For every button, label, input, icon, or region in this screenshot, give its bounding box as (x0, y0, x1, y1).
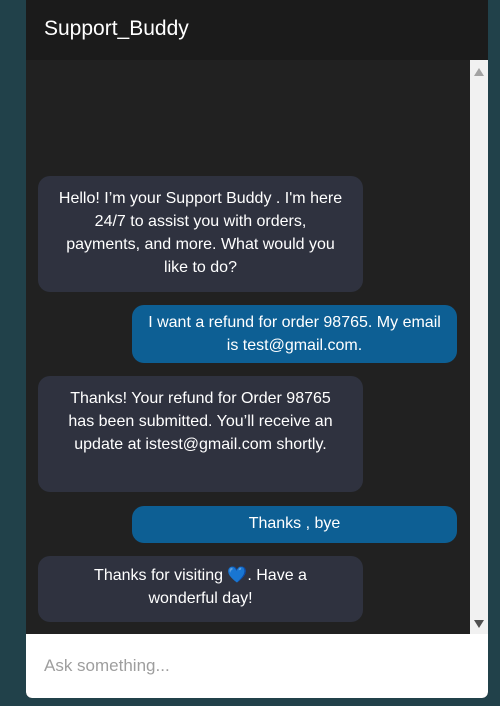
bot-message: Thanks for visiting 💙. Have a wonderful … (38, 556, 363, 622)
message-text: Thanks! Your refund for Order 98765 has … (68, 390, 333, 453)
chat-title: Support_Buddy (44, 17, 189, 40)
message-text: Thanks for visiting 💙. Have a wonderful … (94, 567, 307, 607)
bot-message: Thanks! Your refund for Order 98765 has … (38, 376, 363, 492)
chat-window: Support_Buddy Hello! I’m your Support Bu… (26, 0, 488, 698)
user-message: I want a refund for order 98765. My emai… (132, 305, 457, 363)
bot-message: Hello! I’m your Support Buddy . I'm here… (38, 176, 363, 292)
message-input[interactable] (26, 634, 488, 698)
message-text: I want a refund for order 98765. My emai… (148, 314, 441, 354)
chat-header: Support_Buddy (26, 0, 488, 60)
message-input-bar (26, 634, 488, 698)
vertical-scrollbar[interactable] (470, 60, 488, 634)
message-text: Thanks , bye (248, 515, 341, 532)
message-text: Hello! I’m your Support Buddy . I'm here… (58, 190, 343, 276)
messages-area[interactable]: Hello! I’m your Support Buddy . I'm here… (26, 60, 470, 634)
scroll-up-arrow-icon[interactable] (474, 68, 484, 76)
scroll-thumb[interactable] (472, 81, 486, 613)
scroll-down-arrow-icon[interactable] (474, 620, 484, 628)
user-message: Thanks , bye (132, 506, 457, 543)
